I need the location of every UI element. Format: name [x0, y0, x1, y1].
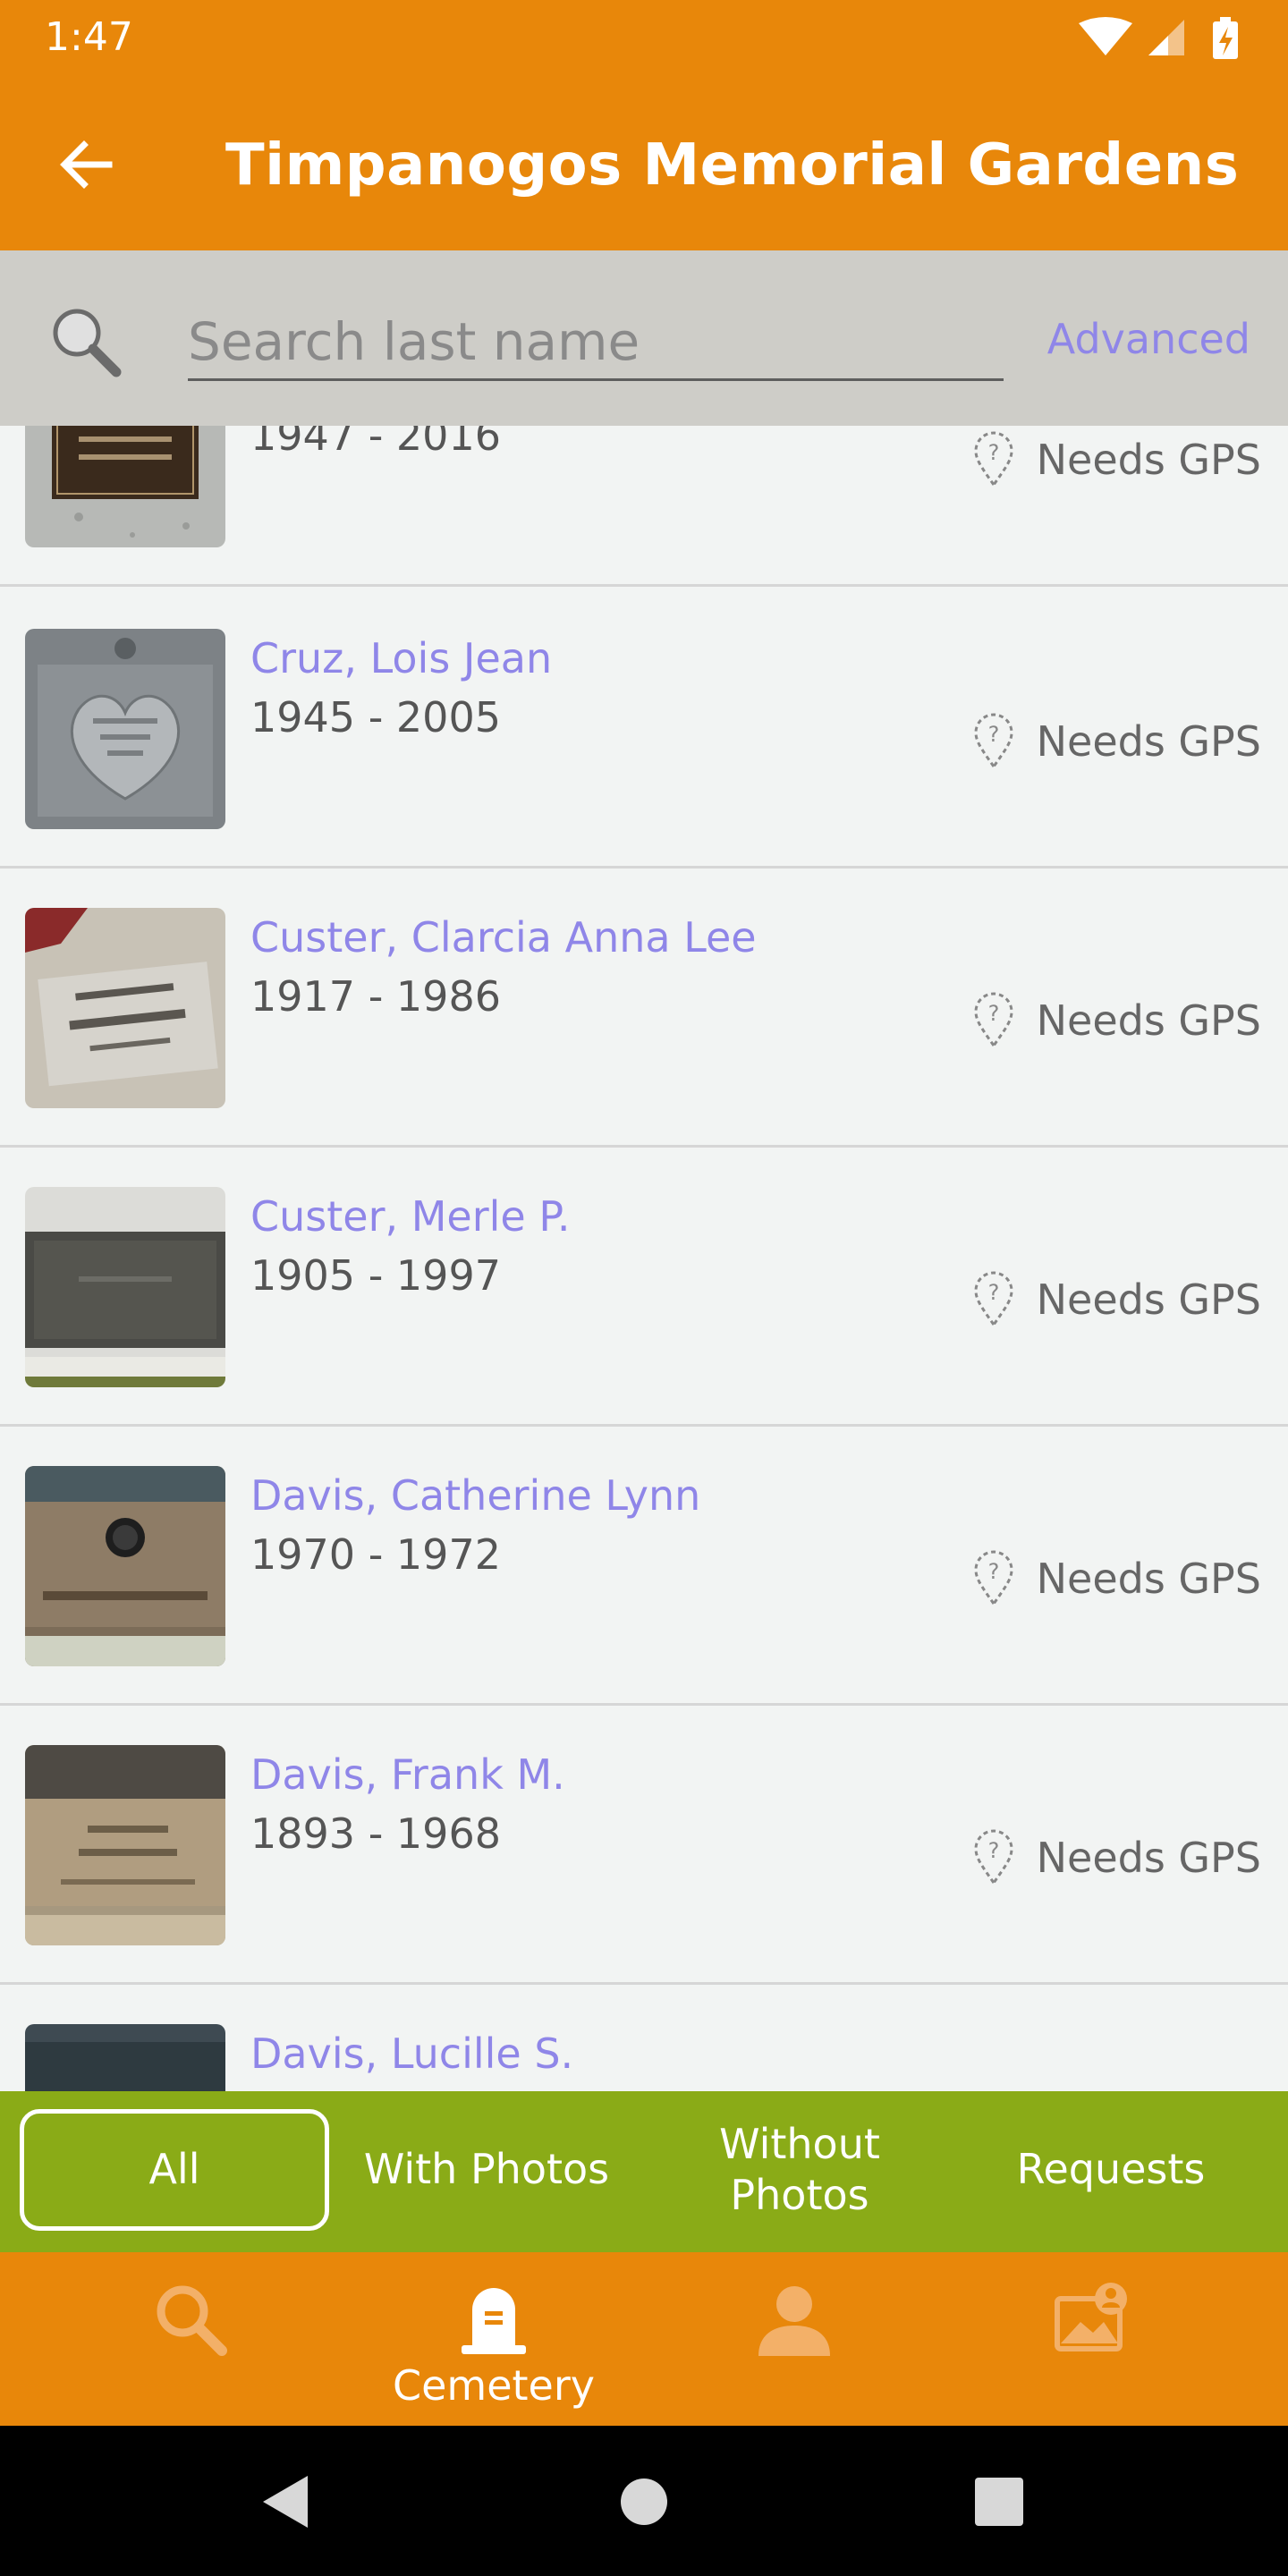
list-item[interactable]: Davis, Lucille S.	[0, 1985, 1288, 2091]
wifi-icon	[1079, 17, 1132, 55]
gps-unknown-pin-icon: ?	[974, 1271, 1013, 1327]
headstone-photo	[25, 629, 225, 829]
gps-unknown-pin-icon: ?	[974, 431, 1013, 487]
nav-search[interactable]	[29, 2252, 351, 2426]
filter-tab-requests[interactable]: Requests	[959, 2109, 1263, 2231]
gps-status-text: Needs GPS	[1036, 1834, 1261, 1882]
headstone-photo	[25, 2024, 225, 2091]
svg-text:?: ?	[987, 1559, 999, 1584]
gps-status: ? Needs GPS	[972, 713, 1261, 770]
record-name[interactable]: Davis, Catherine Lynn	[250, 1471, 700, 1520]
home-circle-icon[interactable]	[613, 2470, 675, 2533]
photo-request-icon	[1055, 2283, 1127, 2351]
search-input[interactable]	[188, 304, 1004, 381]
gps-status-text: Needs GPS	[1036, 1555, 1261, 1603]
search-bar: Advanced	[0, 250, 1288, 426]
person-icon	[758, 2286, 830, 2356]
bottom-nav: Cemetery	[0, 2252, 1288, 2426]
gps-unknown-pin-icon: ?	[974, 713, 1013, 769]
list-item[interactable]: Custer, Merle P. 1905 - 1997 ? Needs GPS	[0, 1148, 1288, 1427]
headstone-photo	[25, 908, 225, 1108]
gps-status: ? Needs GPS	[972, 992, 1261, 1049]
gps-status: ? Needs GPS	[972, 1829, 1261, 1886]
list-item[interactable]: Davis, Catherine Lynn 1970 - 1972 ? Need…	[0, 1427, 1288, 1706]
status-bar: 1:47	[0, 0, 1288, 79]
record-dates: 1945 - 2005	[250, 693, 501, 741]
list-item[interactable]: Cruz, Lois Jean 1945 - 2005 ? Needs GPS	[0, 589, 1288, 869]
list-item[interactable]: Custer, Clarcia Anna Lee 1917 - 1986 ? N…	[0, 869, 1288, 1148]
recents-square-icon[interactable]	[968, 2470, 1030, 2533]
gps-status-text: Needs GPS	[1036, 1275, 1261, 1324]
back-arrow-icon[interactable]	[54, 132, 118, 197]
battery-icon	[1213, 17, 1238, 59]
filter-tab-without-photos[interactable]: Without Photos	[648, 2109, 952, 2231]
page-title: Timpanogos Memorial Gardens	[225, 132, 1240, 199]
nav-cemetery[interactable]: Cemetery	[333, 2252, 655, 2426]
back-triangle-icon[interactable]	[256, 2470, 318, 2533]
record-name[interactable]: Davis, Lucille S.	[250, 2029, 573, 2078]
record-name[interactable]: Custer, Clarcia Anna Lee	[250, 913, 757, 962]
nav-cemetery-label: Cemetery	[392, 2361, 595, 2410]
filter-bar: All With Photos Without Photos Requests	[0, 2091, 1288, 2252]
gps-status: ? Needs GPS	[972, 431, 1261, 488]
list-item[interactable]: Davis, Frank M. 1893 - 1968 ? Needs GPS	[0, 1706, 1288, 1985]
record-name[interactable]: Custer, Merle P.	[250, 1192, 571, 1241]
record-dates: 1905 - 1997	[250, 1251, 501, 1300]
gps-status-text: Needs GPS	[1036, 717, 1261, 766]
nav-profile[interactable]	[633, 2252, 955, 2426]
filter-tab-with-photos[interactable]: With Photos	[335, 2109, 639, 2231]
search-icon	[53, 309, 122, 377]
svg-text:?: ?	[987, 1838, 999, 1863]
advanced-search-link[interactable]: Advanced	[1047, 315, 1250, 363]
gps-unknown-pin-icon: ?	[974, 992, 1013, 1048]
svg-text:?: ?	[987, 440, 999, 465]
gps-unknown-pin-icon: ?	[974, 1550, 1013, 1606]
app-bar: Timpanogos Memorial Gardens	[0, 79, 1288, 250]
record-dates: 1917 - 1986	[250, 972, 501, 1021]
record-dates: 1970 - 1972	[250, 1530, 501, 1579]
record-name[interactable]: Cruz, Lois Jean	[250, 634, 552, 682]
headstone-photo	[25, 1466, 225, 1666]
tombstone-icon	[462, 2288, 526, 2354]
gps-unknown-pin-icon: ?	[974, 1829, 1013, 1885]
record-dates: 1893 - 1968	[250, 1809, 501, 1858]
record-dates: 1947 - 2016	[250, 426, 501, 460]
gps-status-text: Needs GPS	[1036, 436, 1261, 484]
gps-status: ? Needs GPS	[972, 1550, 1261, 1607]
record-name[interactable]: Davis, Frank M.	[250, 1750, 565, 1799]
list-item[interactable]: 1947 - 2016 ? Needs GPS	[0, 426, 1288, 587]
signal-icon	[1148, 20, 1184, 55]
svg-text:?: ?	[987, 1280, 999, 1305]
filter-tab-without-photos-label: Without Photos	[719, 2119, 880, 2220]
gps-status-text: Needs GPS	[1036, 996, 1261, 1045]
headstone-photo	[25, 1187, 225, 1387]
gps-status: ? Needs GPS	[972, 1271, 1261, 1328]
filter-tab-all[interactable]: All	[20, 2109, 329, 2231]
status-time: 1:47	[45, 14, 133, 60]
search-icon	[157, 2285, 227, 2356]
burial-list[interactable]: 1947 - 2016 ? Needs GPS Cruz, Lois Jean …	[0, 426, 1288, 2091]
svg-text:?: ?	[987, 722, 999, 747]
headstone-photo	[25, 1745, 225, 1945]
nav-photo-requests[interactable]	[930, 2252, 1252, 2426]
system-nav-bar	[0, 2426, 1288, 2576]
status-icons	[1079, 17, 1238, 59]
svg-text:?: ?	[987, 1001, 999, 1026]
headstone-photo	[25, 426, 225, 547]
